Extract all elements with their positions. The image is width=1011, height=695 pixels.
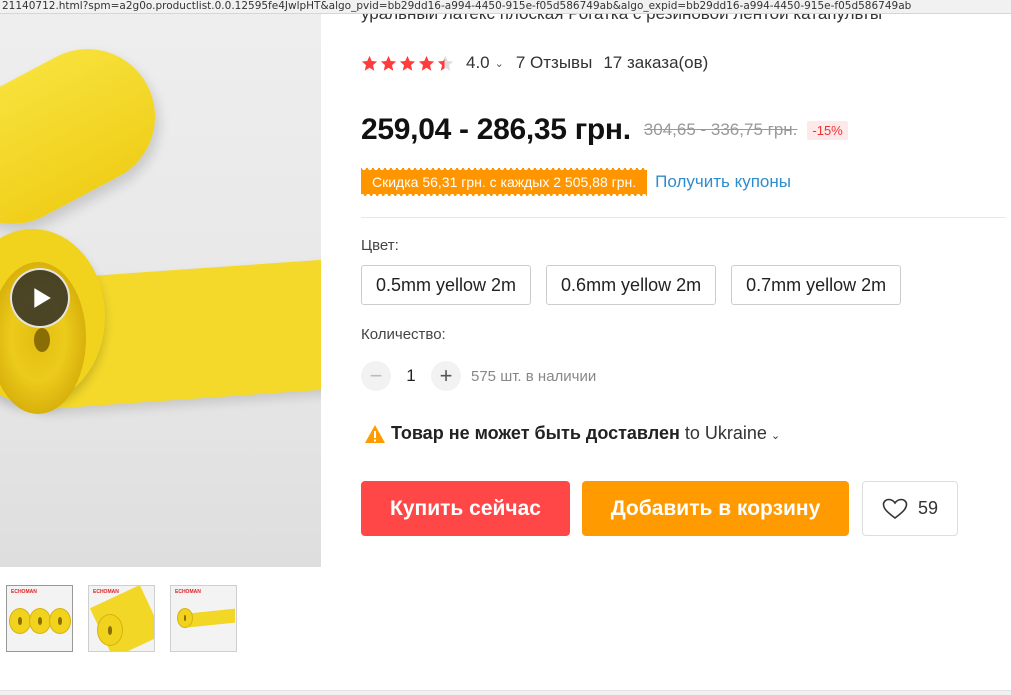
warning-icon (365, 424, 385, 443)
rating-value: 4.0 (466, 53, 490, 72)
product-title: уральный латекс плоская Рогатка с резино… (361, 14, 1011, 36)
play-icon (34, 288, 51, 308)
variant-option[interactable]: 0.7mm yellow 2m (731, 265, 902, 305)
thumbnail-2[interactable]: ECHOMAN (88, 585, 155, 652)
coupon-row: Скидка 56,31 грн. с каждых 2 505,88 грн.… (361, 168, 791, 196)
star-rating (361, 55, 454, 72)
increase-quantity-button[interactable]: + (431, 361, 461, 391)
current-price: 259,04 - 286,35 грн. (361, 113, 631, 146)
shipping-country: to Ukraine (684, 423, 767, 443)
star-half-icon (437, 55, 454, 71)
latex-roll-back (0, 25, 179, 248)
latex-roll-hole (34, 328, 50, 352)
color-label: Цвет: (361, 237, 399, 254)
thumb-brand-label: ECHOMAN (175, 589, 201, 595)
discount-badge: -15% (807, 120, 848, 140)
shipping-country-selector[interactable]: to Ukraine ⌄ (685, 423, 780, 444)
wishlist-button[interactable]: 59 (862, 481, 958, 536)
wishlist-count: 59 (917, 498, 939, 518)
thumbnail-3[interactable]: ECHOMAN (170, 585, 237, 652)
old-price: 304,65 - 336,75 грн. (643, 120, 798, 139)
rating-row: 4.0 ⌄ 7 Отзывы 17 заказа(ов) (361, 51, 708, 75)
decrease-quantity-button[interactable]: − (361, 361, 391, 391)
reviews-link[interactable]: 7 Отзывы (516, 53, 592, 73)
thumb-brand-label: ECHOMAN (93, 589, 119, 595)
rating-dropdown[interactable]: 4.0 ⌄ (466, 53, 504, 73)
quantity-stepper: − 1 + 575 шт. в наличии (361, 361, 596, 391)
shipping-warning: Товар не может быть доставлен (391, 423, 680, 443)
page-bottom-divider (0, 690, 1011, 695)
star-icon (361, 55, 378, 71)
thumb-brand-label: ECHOMAN (11, 589, 37, 595)
buy-now-button[interactable]: Купить сейчас (361, 481, 570, 536)
orders-count: 17 заказа(ов) (603, 53, 709, 72)
coupon-tag: Скидка 56,31 грн. с каждых 2 505,88 грн. (361, 168, 648, 196)
video-play-button[interactable] (10, 268, 70, 328)
product-title-text: уральный латекс плоская Рогатка с резино… (361, 14, 882, 24)
minus-icon: − (369, 363, 383, 388)
quantity-value[interactable]: 1 (391, 366, 431, 386)
divider (361, 217, 1006, 218)
color-variants: 0.5mm yellow 2m 0.6mm yellow 2m 0.7mm ye… (361, 265, 902, 305)
stock-count: 575 шт. в наличии (471, 367, 597, 385)
star-icon (418, 55, 435, 71)
add-to-cart-button[interactable]: Добавить в корзину (582, 481, 849, 536)
chevron-down-icon: ⌄ (770, 430, 781, 442)
quantity-label: Количество: (361, 326, 446, 343)
star-icon (380, 55, 397, 71)
status-url-bar: 21140712.html?spm=a2g0o.productlist.0.0.… (0, 0, 1011, 14)
variant-option[interactable]: 0.5mm yellow 2m (361, 265, 532, 305)
get-coupons-link[interactable]: Получить купоны (655, 172, 791, 192)
shipping-row: Товар не может быть доставлен to Ukraine… (364, 423, 780, 444)
price-row: 259,04 - 286,35 грн. 304,65 - 336,75 грн… (361, 113, 848, 147)
heart-icon (882, 498, 908, 519)
star-icon (399, 55, 416, 71)
variant-option[interactable]: 0.6mm yellow 2m (546, 265, 717, 305)
chevron-down-icon: ⌄ (494, 57, 504, 70)
main-product-image[interactable] (0, 14, 321, 567)
plus-icon: + (439, 363, 453, 388)
thumbnail-1[interactable]: ECHOMAN (6, 585, 73, 652)
